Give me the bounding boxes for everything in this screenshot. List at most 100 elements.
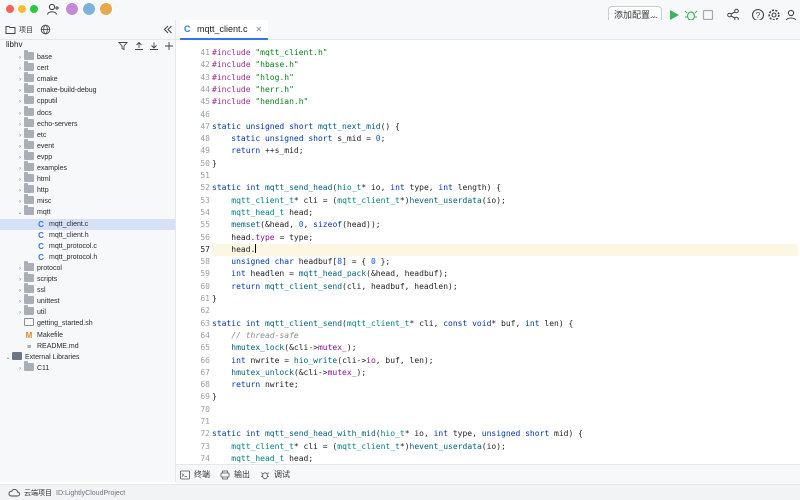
- terminal-tab[interactable]: 终端: [180, 469, 210, 480]
- code-token: headlen =: [250, 269, 299, 279]
- code-token: head.: [212, 232, 256, 242]
- code-token: mqtt_client_t: [337, 441, 400, 451]
- sidebar-project-tab[interactable]: 项目: [19, 25, 33, 35]
- code-token: type,: [452, 429, 482, 439]
- window-close-button[interactable]: [6, 5, 14, 13]
- code-token: (&head, headbuf);: [366, 269, 449, 279]
- code-line[interactable]: mqtt_head_t head;: [212, 453, 313, 464]
- tree-item[interactable]: M Makefile: [0, 330, 63, 341]
- terminal-tab-label: 终端: [194, 470, 210, 479]
- collapse-sidebar-icon[interactable]: [162, 24, 173, 35]
- tree-item[interactable]: › cmake: [0, 72, 58, 85]
- tree-item[interactable]: › cmake-build-debug: [0, 83, 97, 96]
- code-line[interactable]: }: [212, 158, 217, 170]
- collaborator-avatar[interactable]: [99, 2, 113, 16]
- filter-icon[interactable]: [118, 41, 128, 51]
- code-line[interactable]: // thread-safe: [212, 330, 298, 342]
- collaborator-avatar[interactable]: [82, 2, 96, 16]
- collaborator-avatar[interactable]: [65, 2, 79, 16]
- code-line[interactable]: head.: [212, 243, 798, 256]
- code-line[interactable]: int headlen = mqtt_head_pack(&head, head…: [212, 268, 448, 280]
- code-line[interactable]: static unsigned short s_mid = 0;: [212, 133, 385, 145]
- tree-item[interactable]: ⌄ External Libraries: [0, 351, 79, 363]
- tree-item[interactable]: getting_started.sh: [0, 318, 93, 329]
- tree-item[interactable]: › unittest: [0, 294, 60, 307]
- tree-item[interactable]: Cmqtt_client.c: [0, 218, 175, 230]
- code-area[interactable]: #include "mqtt_client.h" #include "hbase.…: [212, 41, 798, 464]
- line-number: 47: [200, 121, 210, 131]
- code-line[interactable]: memset(&head, 0, sizeof(head));: [212, 219, 380, 231]
- code-line[interactable]: #include "hlog.h": [212, 72, 294, 84]
- tree-item[interactable]: › examples: [0, 161, 67, 174]
- code-token: head;: [289, 207, 314, 217]
- close-icon[interactable]: ✕: [256, 25, 263, 34]
- code-line[interactable]: #include "hbase.h": [212, 59, 299, 71]
- tree-item[interactable]: ⌄ mqtt: [0, 205, 51, 218]
- code-token: , buf, len);: [375, 355, 434, 365]
- code-line[interactable]: }: [212, 391, 217, 403]
- status-project[interactable]: 云端项目 ID:LightlyCloudProject: [24, 488, 125, 498]
- cloud-icon: [8, 489, 20, 497]
- code-line[interactable]: #include "herr.h": [212, 84, 294, 96]
- code-token: );: [346, 343, 357, 353]
- code-token: return: [231, 380, 265, 390]
- project-root-label: libhv: [6, 40, 23, 49]
- tree-item[interactable]: Cmqtt_protocol.h: [0, 252, 97, 263]
- code-line[interactable]: return nwrite;: [212, 379, 298, 391]
- code-line[interactable]: return ++s_mid;: [212, 145, 303, 157]
- tree-item[interactable]: ≡ README.md: [0, 341, 79, 352]
- code-line[interactable]: int nwrite = hio_write(cli->io, buf, len…: [212, 355, 434, 367]
- tree-item[interactable]: › ssl: [0, 283, 46, 296]
- tree-item[interactable]: › cpputil: [0, 94, 57, 107]
- tree-item[interactable]: › C11: [0, 360, 49, 375]
- code-line[interactable]: return mqtt_client_send(cli, headbuf, he…: [212, 281, 457, 293]
- code-line[interactable]: #include "hendian.h": [212, 96, 308, 108]
- folder-icon[interactable]: [5, 24, 16, 35]
- c-file-icon: C: [38, 219, 44, 229]
- window-maximize-button[interactable]: [30, 5, 38, 13]
- code-line[interactable]: static unsigned short mqtt_next_mid() {: [212, 121, 400, 133]
- tab-mqtt-client-c[interactable]: C mqtt_client.c ✕: [180, 20, 269, 40]
- code-line[interactable]: unsigned char headbuf[8] = { 0 };: [212, 256, 390, 268]
- folder-icon: [24, 360, 34, 371]
- upload-icon[interactable]: [134, 41, 144, 51]
- code-line[interactable]: hmutex_unlock(&cli->mutex_);: [212, 367, 366, 379]
- tree-item[interactable]: › protocol: [0, 260, 62, 274]
- code-line[interactable]: static int mqtt_client_send(mqtt_client_…: [212, 318, 573, 330]
- output-icon: [220, 470, 230, 479]
- chevron-right-icon[interactable]: ›: [16, 364, 24, 375]
- code-line[interactable]: static int mqtt_send_head_with_mid(hio_t…: [212, 428, 583, 440]
- tree-item[interactable]: Cmqtt_protocol.c: [0, 241, 97, 252]
- code-line[interactable]: mqtt_client_t* cli = (mqtt_client_t*)hev…: [212, 195, 506, 207]
- debug-tab[interactable]: 调试: [260, 469, 290, 480]
- window-minimize-button[interactable]: [18, 5, 26, 13]
- tree-item[interactable]: › util: [0, 305, 46, 318]
- code-line[interactable]: mqtt_client_t* cli = (mqtt_client_t*)hev…: [212, 441, 506, 453]
- folder-icon: [24, 149, 34, 160]
- line-number: 54: [200, 207, 210, 217]
- tree-item[interactable]: › echo-servers: [0, 116, 77, 130]
- line-number: 50: [200, 158, 210, 168]
- tree-item[interactable]: › scripts: [0, 272, 57, 285]
- code-line[interactable]: #include "mqtt_client.h": [212, 47, 328, 59]
- user-icon[interactable]: [46, 2, 60, 16]
- code-token: int: [433, 429, 453, 439]
- output-tab[interactable]: 输出: [220, 469, 250, 480]
- download-icon[interactable]: [149, 41, 159, 51]
- tree-item-label: Makefile: [37, 331, 64, 339]
- code-line[interactable]: head.type = type;: [212, 232, 313, 244]
- globe-icon[interactable]: [40, 24, 51, 35]
- code-line[interactable]: }: [212, 293, 217, 305]
- line-number: 49: [200, 146, 210, 156]
- tree-item[interactable]: Cmqtt_client.h: [0, 230, 89, 241]
- line-number: 51: [200, 171, 210, 180]
- markdown-file-icon: ≡: [26, 343, 32, 351]
- code-token: #include: [212, 60, 256, 70]
- add-icon[interactable]: [164, 41, 174, 51]
- code-line[interactable]: mqtt_head_t head;: [212, 207, 313, 219]
- code-line[interactable]: static int mqtt_send_head(hio_t* io, int…: [212, 182, 501, 194]
- code-editor[interactable]: 41 42 43 44 45 46 47 48 49 50 51 52 53 54 55 56 57 58 59 60…: [176, 41, 800, 464]
- code-line[interactable]: hmutex_lock(&cli->mutex_);: [212, 342, 357, 354]
- tree-item-label: ssl: [37, 287, 46, 295]
